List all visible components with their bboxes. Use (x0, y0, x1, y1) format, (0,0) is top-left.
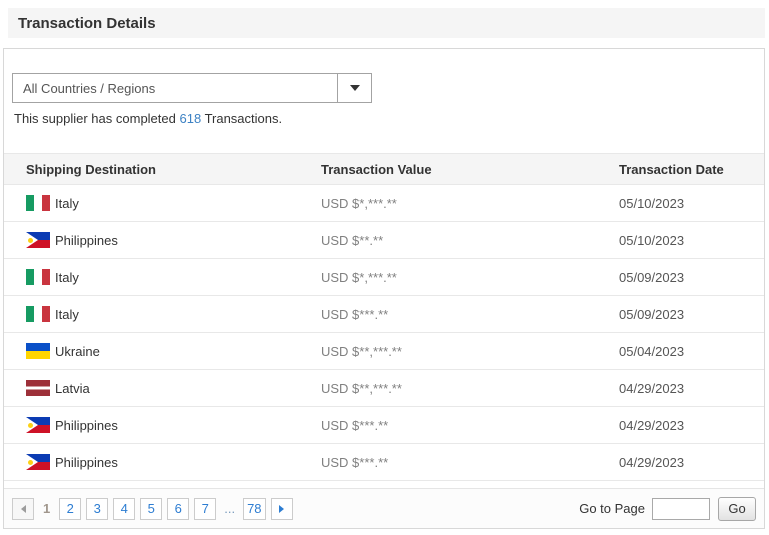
transactions-count: 618 (179, 111, 202, 126)
transaction-details-panel: All Countries / Regions This supplier ha… (3, 48, 765, 529)
shipping-destination-cell: Italy (26, 195, 321, 211)
shipping-destination-cell: Philippines (26, 454, 321, 470)
table-row: Italy USD $***.** 05/09/2023 (4, 295, 764, 333)
column-header-transaction-date: Transaction Date (614, 153, 764, 185)
column-header-transaction-value: Transaction Value (321, 153, 614, 185)
country-filter-dropdown[interactable]: All Countries / Regions (12, 73, 372, 103)
transaction-value-cell: USD $*,***.** (321, 184, 614, 222)
goto-page-input[interactable] (652, 497, 710, 520)
transaction-value-cell: USD $***.** (321, 406, 614, 444)
transaction-date-cell: 04/29/2023 (614, 406, 764, 444)
table-row: Philippines USD $***.** 04/29/2023 (4, 443, 764, 481)
latvia-flag-icon (26, 380, 50, 396)
column-header-shipping-destination: Shipping Destination (4, 153, 321, 185)
transaction-date-cell: 05/09/2023 (614, 258, 764, 296)
table-row: Latvia USD $**,***.** 04/29/2023 (4, 369, 764, 407)
dropdown-arrow-box (337, 74, 371, 102)
italy-flag-icon (26, 269, 50, 285)
transaction-date-cell: 05/09/2023 (614, 295, 764, 333)
country-label: Philippines (55, 232, 118, 248)
page-button-78[interactable]: 78 (243, 497, 266, 520)
table-row: Italy USD $*,***.** 05/10/2023 (4, 184, 764, 222)
shipping-destination-cell: Philippines (26, 232, 321, 248)
transaction-date-cell: 05/04/2023 (614, 332, 764, 370)
table-header-row: Shipping Destination Transaction Value T… (4, 153, 764, 185)
table-row: Italy USD $*,***.** 05/09/2023 (4, 258, 764, 296)
country-label: Philippines (55, 454, 118, 470)
transactions-body: Italy USD $*,***.** 05/10/2023 Philippin… (4, 184, 764, 481)
transaction-value-cell: USD $***.** (321, 295, 614, 333)
transactions-summary: This supplier has completed 618 Transact… (14, 111, 282, 126)
table-row: Ukraine USD $**,***.** 05/04/2023 (4, 332, 764, 370)
page-title-bar: Transaction Details (8, 8, 765, 38)
country-label: Italy (55, 306, 79, 322)
country-filter-selected-value: All Countries / Regions (23, 80, 156, 96)
page-ellipsis: ... (224, 501, 236, 516)
go-button[interactable]: Go (718, 496, 756, 521)
page-button-2[interactable]: 2 (59, 497, 82, 520)
page-button-7[interactable]: 7 (194, 497, 217, 520)
prev-page-button[interactable] (12, 497, 34, 520)
transaction-date-cell: 05/10/2023 (614, 184, 764, 222)
page-current: 1 (43, 501, 51, 516)
goto-page-label: Go to Page (579, 501, 645, 516)
country-label: Latvia (55, 380, 90, 396)
transaction-value-cell: USD $*,***.** (321, 258, 614, 296)
chevron-right-icon (279, 504, 285, 513)
page-button-5[interactable]: 5 (140, 497, 163, 520)
philippines-flag-icon (26, 454, 50, 470)
next-page-button[interactable] (270, 497, 293, 520)
transaction-date-cell: 04/29/2023 (614, 369, 764, 407)
transaction-value-cell: USD $***.** (321, 443, 614, 481)
shipping-destination-cell: Philippines (26, 417, 321, 433)
shipping-destination-cell: Italy (26, 306, 321, 322)
summary-suffix: Transactions. (201, 111, 283, 126)
shipping-destination-cell: Latvia (26, 380, 321, 396)
pagination-pages: 1 2 3 4 5 6 7... 78 (12, 497, 293, 520)
transaction-value-cell: USD $**,***.** (321, 369, 614, 407)
ukraine-flag-icon (26, 343, 50, 359)
pagination-bar: 1 2 3 4 5 6 7... 78 Go to Page Go (4, 488, 764, 528)
page-button-6[interactable]: 6 (167, 497, 190, 520)
goto-page-area: Go to Page Go (579, 496, 756, 521)
country-label: Philippines (55, 417, 118, 433)
page-button-3[interactable]: 3 (86, 497, 109, 520)
summary-prefix: This supplier has completed (14, 111, 180, 126)
transaction-date-cell: 04/29/2023 (614, 443, 764, 481)
page-title: Transaction Details (18, 14, 156, 32)
country-label: Italy (55, 195, 79, 211)
chevron-down-icon (349, 85, 360, 91)
table-row: Philippines USD $**.** 05/10/2023 (4, 221, 764, 259)
page-button-4[interactable]: 4 (113, 497, 136, 520)
country-label: Ukraine (55, 343, 100, 359)
transaction-date-cell: 05/10/2023 (614, 221, 764, 259)
shipping-destination-cell: Ukraine (26, 343, 321, 359)
italy-flag-icon (26, 195, 50, 211)
chevron-left-icon (20, 504, 26, 513)
country-label: Italy (55, 269, 79, 285)
transaction-value-cell: USD $**,***.** (321, 332, 614, 370)
philippines-flag-icon (26, 417, 50, 433)
shipping-destination-cell: Italy (26, 269, 321, 285)
transactions-table: Shipping Destination Transaction Value T… (4, 153, 764, 481)
table-row: Philippines USD $***.** 04/29/2023 (4, 406, 764, 444)
transaction-value-cell: USD $**.** (321, 221, 614, 259)
philippines-flag-icon (26, 232, 50, 248)
italy-flag-icon (26, 306, 50, 322)
